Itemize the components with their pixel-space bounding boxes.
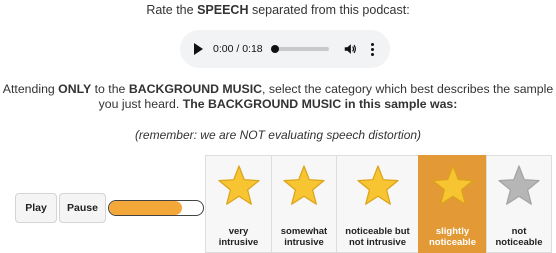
- rating-scale[interactable]: very intrusive somewhat intrusive noticeab…: [205, 155, 552, 253]
- rating-option-slightly-noticeable[interactable]: slightly noticeable: [418, 155, 486, 253]
- star-icon: [217, 165, 260, 205]
- playback-progress-bar: [108, 200, 204, 216]
- rating-option-very-intrusive[interactable]: very intrusive: [205, 155, 271, 253]
- more-options-icon[interactable]: [370, 42, 374, 56]
- volume-icon[interactable]: [343, 42, 357, 56]
- rating-option-not-noticeable[interactable]: not noticeable: [486, 155, 552, 253]
- star-icon: [498, 165, 540, 205]
- rating-option-somewhat-intrusive[interactable]: somewhat intrusive: [271, 155, 336, 253]
- star-icon: [431, 165, 474, 205]
- instructions: Attending ONLY to the BACKGROUND MUSIC, …: [2, 82, 554, 111]
- rating-option-label: somewhat intrusive: [280, 226, 328, 248]
- audio-player[interactable]: 0:00 / 0:18: [180, 30, 390, 68]
- rating-option-label: slightly noticeable: [429, 226, 476, 248]
- rating-option-label: noticeable but not intrusive: [345, 226, 410, 248]
- rating-option-label: very intrusive: [218, 226, 259, 248]
- playback-progress-fill: [109, 201, 183, 215]
- rating-prompt: Rate the SPEECH separated from this podc…: [146, 3, 410, 17]
- star-icon: [356, 165, 399, 205]
- reminder-note: (remember: we are NOT evaluating speech …: [134, 128, 422, 142]
- star-icon: [283, 165, 325, 205]
- rating-option-label: not noticeable: [495, 226, 543, 248]
- seek-handle[interactable]: [270, 45, 279, 53]
- rating-option-noticeable-but-not-intrusive[interactable]: noticeable but not intrusive: [336, 155, 418, 253]
- pause-button[interactable]: Pause: [59, 193, 106, 223]
- audio-seek-bar[interactable]: [270, 45, 329, 53]
- play-icon[interactable]: [194, 43, 203, 55]
- play-button[interactable]: Play: [15, 193, 57, 223]
- audio-time: 0:00 / 0:18: [213, 43, 263, 55]
